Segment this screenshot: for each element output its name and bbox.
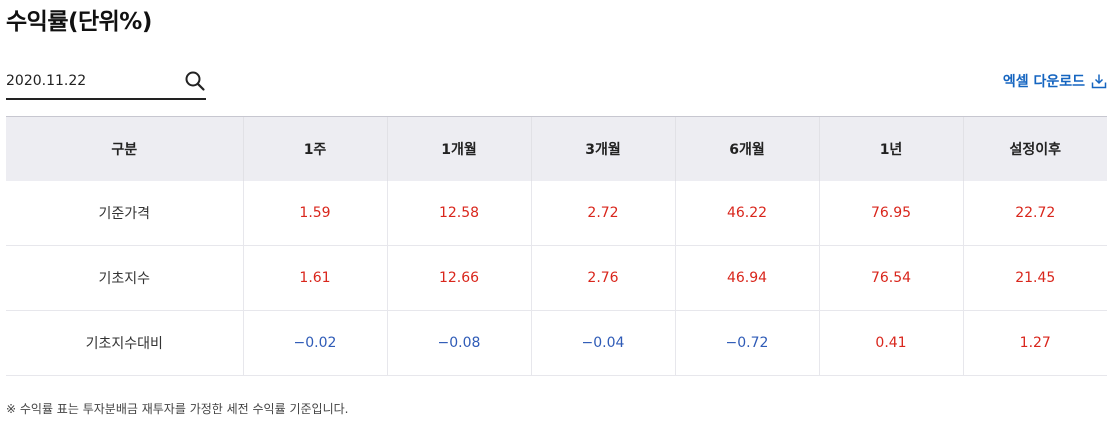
table-cell: 46.22: [674, 181, 819, 246]
row-label: 기초지수대비: [6, 310, 243, 376]
header-3-months: 3개월: [530, 116, 675, 181]
row-label: 기초지수: [6, 245, 243, 311]
header-1-week: 1주: [242, 116, 387, 181]
table-row: 기초지수대비 −0.02 −0.08 −0.04 −0.72 0.41 1.27: [6, 310, 1107, 376]
search-icon: [184, 70, 206, 92]
table-cell: 12.66: [386, 245, 531, 311]
header-category: 구분: [6, 116, 243, 181]
excel-download-button[interactable]: 엑셀 다운로드: [1003, 71, 1107, 91]
table-cell: 2.72: [530, 181, 675, 246]
date-input[interactable]: [6, 66, 176, 96]
header-since-inception: 설정이후: [962, 116, 1107, 181]
table-cell: −0.72: [674, 310, 819, 376]
search-button[interactable]: [184, 70, 206, 92]
table-cell: 0.41: [818, 310, 963, 376]
table-cell: −0.08: [386, 310, 531, 376]
page-title: 수익률(단위%): [6, 9, 152, 35]
table-cell: 1.61: [242, 245, 387, 311]
table-header-row: 구분 1주 1개월 3개월 6개월 1년 설정이후: [6, 116, 1107, 181]
table-cell: −0.02: [242, 310, 387, 376]
table-row: 기준가격 1.59 12.58 2.72 46.22 76.95 22.72: [6, 181, 1107, 246]
header-1-year: 1년: [818, 116, 963, 181]
date-search: [6, 66, 206, 100]
table-cell: 76.54: [818, 245, 963, 311]
download-icon: [1091, 73, 1107, 89]
table-cell: 12.58: [386, 181, 531, 246]
table-cell: 22.72: [962, 181, 1107, 246]
table-cell: 1.27: [962, 310, 1107, 376]
table-cell: 21.45: [962, 245, 1107, 311]
excel-download-label: 엑셀 다운로드: [1002, 74, 1085, 90]
table-cell: 2.76: [530, 245, 675, 311]
table-cell: 76.95: [818, 181, 963, 246]
header-6-months: 6개월: [674, 116, 819, 181]
header-1-month: 1개월: [386, 116, 531, 181]
table-cell: −0.04: [530, 310, 675, 376]
footnote: ※ 수익률 표는 투자분배금 재투자를 가정한 세전 수익률 기준입니다.: [6, 402, 349, 416]
row-label: 기준가격: [6, 181, 243, 246]
table-cell: 46.94: [674, 245, 819, 311]
returns-table: 구분 1주 1개월 3개월 6개월 1년 설정이후 기준가격 1.59 12.5…: [6, 116, 1107, 376]
table-cell: 1.59: [242, 181, 387, 246]
table-row: 기초지수 1.61 12.66 2.76 46.94 76.54 21.45: [6, 245, 1107, 311]
